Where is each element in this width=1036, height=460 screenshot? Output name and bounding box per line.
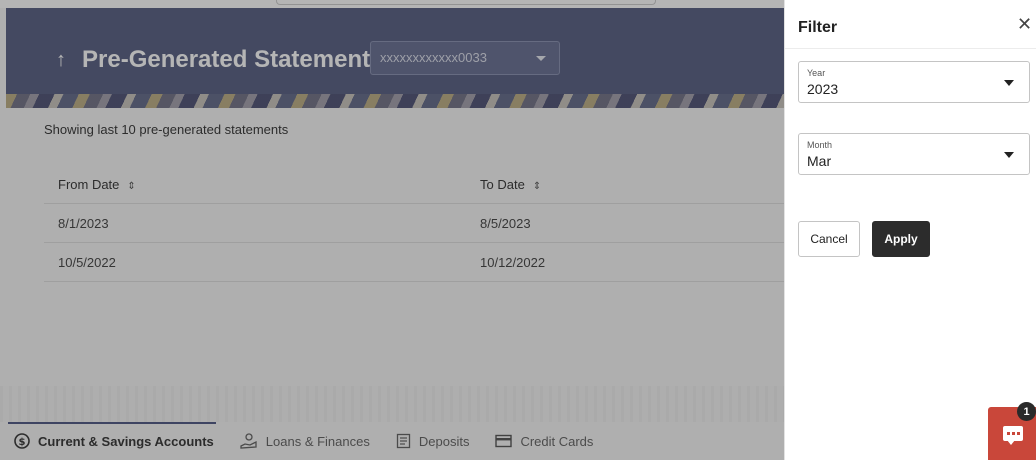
nav-current-savings-accounts[interactable]: $ Current & Savings Accounts xyxy=(8,422,216,460)
account-select[interactable]: xxxxxxxxxxxx0033 xyxy=(370,41,560,75)
top-tab-edge xyxy=(276,0,656,5)
year-label: Year xyxy=(807,68,826,78)
chevron-down-icon xyxy=(1004,80,1014,86)
document-icon xyxy=(396,433,411,449)
panel-divider xyxy=(785,48,1036,49)
month-value: Mar xyxy=(807,153,832,169)
column-header-from-date[interactable]: From Date ⇕ xyxy=(44,177,466,192)
showing-count-text: Showing last 10 pre-generated statements xyxy=(44,122,289,137)
page-banner: ↑ Pre-Generated Statement xxxxxxxxxxxx00… xyxy=(6,8,784,108)
year-select[interactable]: Year 2023 xyxy=(798,61,1030,103)
column-header-to-date[interactable]: To Date ⇕ xyxy=(466,177,766,192)
top-strip xyxy=(0,0,784,8)
to-date-cell: 10/12/2022 xyxy=(480,254,546,270)
table-header: From Date ⇕ To Date ⇕ xyxy=(44,166,784,204)
apply-button[interactable]: Apply xyxy=(872,221,930,257)
chevron-down-icon xyxy=(536,56,546,61)
arrow-up-icon[interactable]: ↑ xyxy=(56,49,66,72)
chat-badge: 1 xyxy=(1017,402,1036,421)
from-date-cell: 8/1/2023 xyxy=(58,215,109,231)
dollar-circle-icon: $ xyxy=(14,433,30,449)
bottom-navigation: $ Current & Savings Accounts Loans & Fin… xyxy=(0,422,784,460)
chat-dots xyxy=(1007,432,1020,435)
sort-icon[interactable]: ⇕ xyxy=(127,181,135,192)
page-title-text: Pre-Generated Statement xyxy=(82,46,371,73)
sort-icon[interactable]: ⇕ xyxy=(533,181,541,192)
year-value: 2023 xyxy=(807,81,839,97)
account-select-value: xxxxxxxxxxxx0033 xyxy=(380,50,487,65)
credit-card-icon xyxy=(495,434,513,448)
filter-title: Filter xyxy=(798,19,838,36)
table-row[interactable]: 10/5/2022 10/12/2022 xyxy=(44,243,784,282)
cancel-button[interactable]: Cancel xyxy=(798,221,860,257)
close-icon[interactable]: ✕ xyxy=(1017,14,1032,35)
main-content: ↑ Pre-Generated Statement xxxxxxxxxxxx00… xyxy=(0,0,784,460)
table-row[interactable]: 8/1/2023 8/5/2023 xyxy=(44,204,784,243)
statements-table: From Date ⇕ To Date ⇕ 8/1/2023 8/5/2023 10… xyxy=(44,166,784,282)
filter-panel: Filter ✕ Year 2023 Month Mar Cancel Appl… xyxy=(784,0,1036,460)
nav-loans-finances[interactable]: Loans & Finances xyxy=(240,422,370,460)
month-select[interactable]: Month Mar xyxy=(798,133,1030,175)
chevron-down-icon xyxy=(1004,152,1014,158)
svg-text:$: $ xyxy=(19,437,26,448)
money-hand-icon xyxy=(240,433,258,449)
month-label: Month xyxy=(807,140,833,150)
nav-deposits[interactable]: Deposits xyxy=(396,422,469,460)
banner-pattern xyxy=(6,94,784,108)
page-title: ↑ Pre-Generated Statement xyxy=(56,46,370,74)
footer-pattern xyxy=(0,386,784,422)
to-date-cell: 8/5/2023 xyxy=(480,215,531,231)
nav-credit-cards[interactable]: Credit Cards xyxy=(495,422,593,460)
from-date-cell: 10/5/2022 xyxy=(58,254,116,270)
